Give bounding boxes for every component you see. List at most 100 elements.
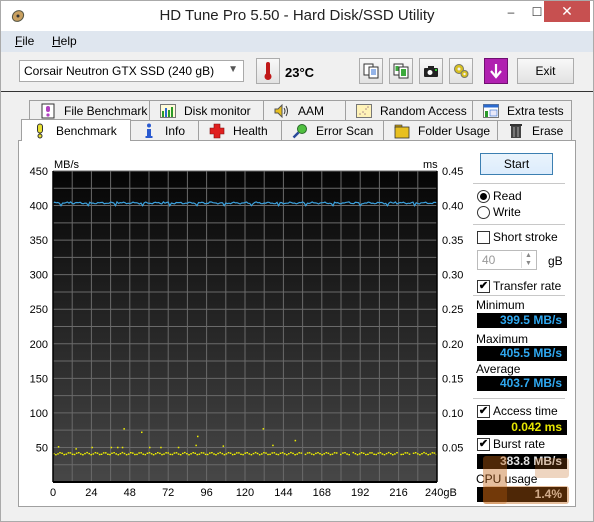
access-time-point (273, 452, 276, 454)
access-time-point (254, 451, 257, 454)
access-time-point (150, 453, 153, 455)
separator (473, 295, 565, 296)
access-time-outlier-point (110, 446, 113, 449)
access-time-point (163, 453, 165, 455)
x-tick-label: 120 (236, 487, 254, 499)
separator (473, 183, 565, 184)
watermark-logo-icon (483, 456, 569, 504)
access-time-point (236, 452, 238, 454)
access-time-point (132, 452, 134, 454)
access-time-point (78, 452, 80, 454)
access-time-point (175, 452, 178, 454)
tab-benchmark[interactable]: Benchmark (21, 119, 131, 141)
read-label: Read (493, 189, 522, 203)
access-time-point (188, 454, 190, 456)
y-tick-right-label: 0.35 (442, 235, 463, 247)
access-time-point (142, 453, 144, 455)
access-time-point (144, 453, 147, 456)
access-time-point (421, 453, 423, 455)
access-time-point (408, 453, 411, 455)
access-time-checkbox[interactable]: ✔ (477, 405, 490, 418)
access-time-point (373, 453, 375, 455)
x-tick-label: 72 (162, 487, 174, 499)
x-tick-label: 216 (389, 487, 407, 499)
access-time-point (182, 452, 184, 455)
access-time-point (358, 453, 361, 455)
access-time-point (229, 452, 232, 454)
y-tick-right-label: 0.25 (442, 304, 463, 316)
access-time-outlier-point (149, 446, 151, 449)
access-time-point (392, 454, 394, 456)
write-radio[interactable] (477, 206, 490, 219)
access-time-point (204, 453, 207, 456)
access-time-point (221, 452, 224, 455)
y-tick-right-label: 0.10 (442, 408, 463, 420)
short-stroke-unit: gB (548, 254, 563, 268)
access-time-point (161, 453, 163, 456)
access-time-point (217, 452, 219, 455)
access-time-point (396, 452, 398, 454)
access-time-point (263, 452, 265, 454)
separator (473, 224, 565, 225)
access-time-point (234, 453, 236, 455)
y-tick-right-label: 0.40 (442, 201, 463, 213)
x-tick-label: 168 (313, 487, 331, 499)
access-time-point (57, 453, 59, 455)
short-stroke-value: 40 (482, 253, 496, 267)
access-time-point (119, 453, 122, 455)
access-time-point (329, 453, 332, 456)
access-time-point (209, 452, 211, 454)
access-time-point (107, 453, 109, 455)
access-time-point (362, 452, 365, 454)
access-time-point (146, 452, 149, 454)
access-time-point (271, 452, 273, 454)
access-time-point (92, 453, 95, 455)
access-time-point (248, 453, 251, 455)
access-time-point (377, 452, 380, 454)
burst-rate-checkbox[interactable]: ✔ (477, 438, 490, 451)
access-time-point (429, 453, 432, 455)
start-button[interactable]: Start (480, 153, 553, 175)
access-time-point (258, 454, 261, 456)
write-label: Write (493, 205, 521, 219)
y-tick-left-label: 50 (36, 442, 48, 454)
short-stroke-checkbox[interactable] (477, 231, 490, 244)
access-time-point (196, 453, 199, 456)
access-time-point (360, 452, 363, 454)
access-time-point (200, 452, 203, 454)
access-time-point (306, 452, 309, 454)
access-time-point (242, 453, 244, 456)
benchmark-icon (32, 123, 48, 139)
access-time-point (390, 452, 392, 455)
transfer-rate-checkbox[interactable]: ✔ (477, 280, 490, 293)
access-time-point (65, 453, 68, 455)
access-time-point (59, 452, 61, 454)
access-time-point (431, 452, 434, 454)
read-radio[interactable] (477, 190, 490, 203)
access-time-point (167, 452, 169, 454)
y-tick-left-label: 250 (30, 304, 48, 316)
access-time-point (394, 453, 396, 455)
access-time-point (383, 454, 386, 456)
access-time-point (335, 452, 338, 454)
access-time-point (98, 453, 101, 456)
access-time-point (414, 452, 417, 454)
access-time-point (331, 453, 334, 455)
access-time-point (290, 451, 292, 454)
access-time-point (381, 453, 384, 455)
access-time-point (96, 452, 99, 454)
access-time-point (63, 453, 65, 456)
access-time-point (348, 454, 350, 456)
access-time-point (315, 452, 317, 455)
maximum-label: Maximum (476, 332, 529, 346)
access-time-point (425, 452, 427, 455)
spinner-arrows-icon[interactable]: ▲ ▼ (521, 252, 535, 268)
access-time-point (86, 451, 88, 454)
access-time-point (281, 452, 284, 454)
access-time-outlier-point (195, 444, 197, 447)
y-tick-left-label: 100 (30, 408, 48, 420)
x-tick-label: 96 (200, 487, 212, 499)
access-time-point (69, 452, 72, 454)
x-tick-label: 24 (85, 487, 97, 499)
short-stroke-spinner[interactable]: 40 ▲ ▼ (477, 250, 537, 270)
